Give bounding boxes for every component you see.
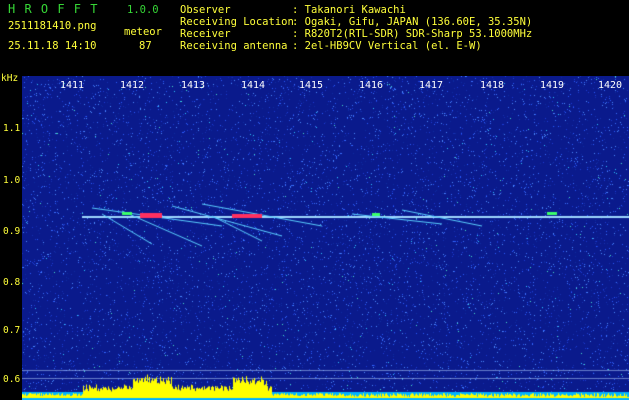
date-time: 25.11.18 14:10 (8, 40, 97, 52)
minute-label: 1411 (60, 80, 85, 91)
location-label: Receiving Location (180, 16, 294, 28)
minute-label: 1412 (120, 80, 145, 91)
observer-value: : Takanori Kawachi (292, 4, 406, 16)
receiver-value: : R820T2(RTL-SDR) SDR-Sharp 53.1000MHz (292, 28, 533, 40)
axis-unit: kHz (1, 73, 19, 84)
antenna-value: : 2el-HB9CV Vertical (el. E-W) (292, 40, 482, 52)
minute-label: 1413 (181, 80, 206, 91)
receiver-label: Receiver (180, 28, 231, 40)
minute-label: 1418 (480, 80, 505, 91)
minute-label: 1415 (299, 80, 324, 91)
spectrogram-canvas (22, 76, 629, 400)
location-value: : Ogaki, Gifu, JAPAN (136.60E, 35.35N) (292, 16, 533, 28)
file-name: 2511181410.png (8, 20, 97, 32)
meteor-count: 87 (139, 40, 152, 52)
y-tick-label: 1.1 (3, 123, 21, 134)
y-tick-label: 0.8 (3, 277, 21, 288)
y-tick-label: 0.9 (3, 226, 21, 237)
y-tick-label: 1.0 (3, 175, 21, 186)
minute-label: 1420 (598, 80, 623, 91)
minute-label: 1417 (419, 80, 444, 91)
minute-label: 1419 (540, 80, 565, 91)
y-tick-label: 0.6 (3, 374, 21, 385)
antenna-label: Receiving antenna (180, 40, 288, 52)
minute-label: 1416 (359, 80, 384, 91)
y-tick-label: 0.7 (3, 325, 21, 336)
detection-mode: meteor (124, 26, 162, 38)
app-logo: H R O F F T (8, 2, 99, 16)
minute-label: 1414 (241, 80, 266, 91)
observer-label: Observer (180, 4, 231, 16)
app-version: 1.0.0 (127, 4, 159, 16)
